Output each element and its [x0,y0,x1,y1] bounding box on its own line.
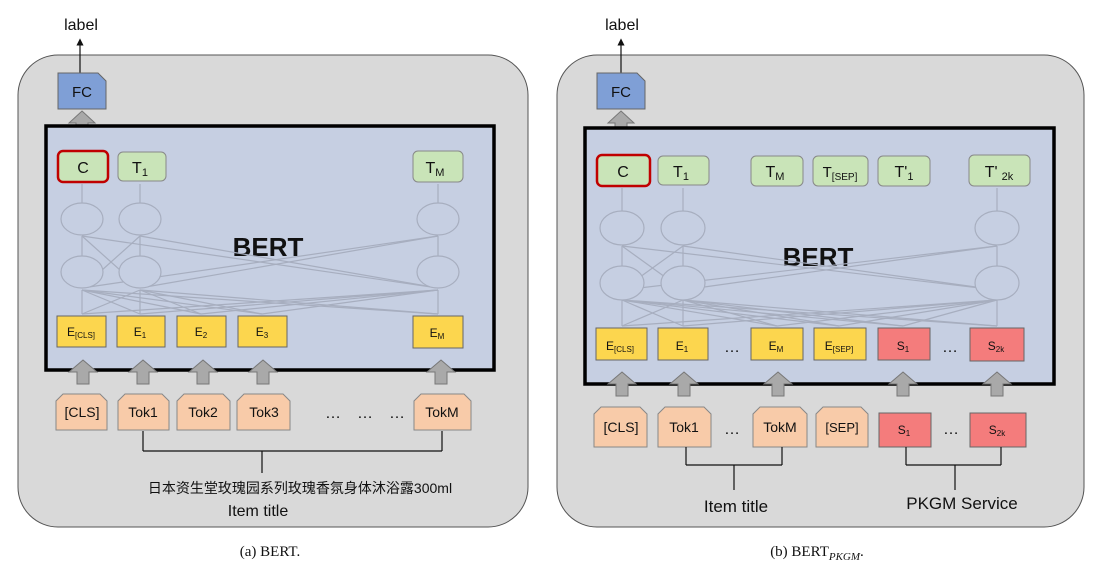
panel-a-dots-2: … [357,405,373,422]
panel-a: label FC BERT C T1 TM E[CLS] E1 E2 E3 EM… [17,17,529,560]
panel-b-tok-dots-2: … [943,421,959,438]
panel-b-caption: (b) BERTPKGM. [770,544,864,563]
panel-a-token-2-label: Tok2 [188,404,218,420]
panel-b-embedding-sep [813,327,867,361]
panel-a-token-3-label: Tok3 [249,404,279,420]
panel-b-service-label: PKGM Service [906,494,1017,513]
panel-b-output-c-label: C [617,164,629,181]
panel-a-dots-3: … [389,405,405,422]
panel-b-token-sep-label: [SEP] [825,420,858,435]
panel-b-embedding-cls [595,327,648,361]
panel-b-embedding-dots-1: … [724,339,740,356]
panel-b-tok-dots-1: … [724,421,740,438]
panel-b-output-label: label [605,17,639,34]
bert-diagram: label FC BERT C T1 TM E[CLS] E1 E2 E3 EM… [17,17,1085,563]
panel-b-token-m-label: TokM [763,419,796,435]
panel-a-token-1-label: Tok1 [128,404,158,420]
panel-b-token-cls-label: [CLS] [603,419,638,435]
panel-a-fc-label: FC [72,84,92,101]
panel-a-chinese-title: 日本资生堂玫瑰园系列玫瑰香氛身体沐浴露300ml [148,480,452,496]
panel-b-embedding-m [750,327,804,361]
panel-a-token-m-label: TokM [425,404,458,420]
panel-b-item-title: Item title [704,497,768,516]
panel-b-embedding-dots-2: … [942,339,958,356]
panel-b: label FC BERT C T1 TM T[SEP] T'1 T' 2k E… [556,17,1085,563]
panel-a-output-label: label [64,17,98,34]
panel-a-dots-1: … [325,405,341,422]
panel-a-item-title: Item title [228,503,289,520]
panel-a-token-cls-label: [CLS] [64,404,99,420]
panel-a-output-c-label: C [77,160,89,177]
panel-b-token-1-label: Tok1 [669,419,699,435]
panel-b-output-tprime2k [968,154,1031,187]
panel-b-fc-label: FC [611,84,631,101]
panel-a-caption: (a) BERT. [240,544,300,560]
